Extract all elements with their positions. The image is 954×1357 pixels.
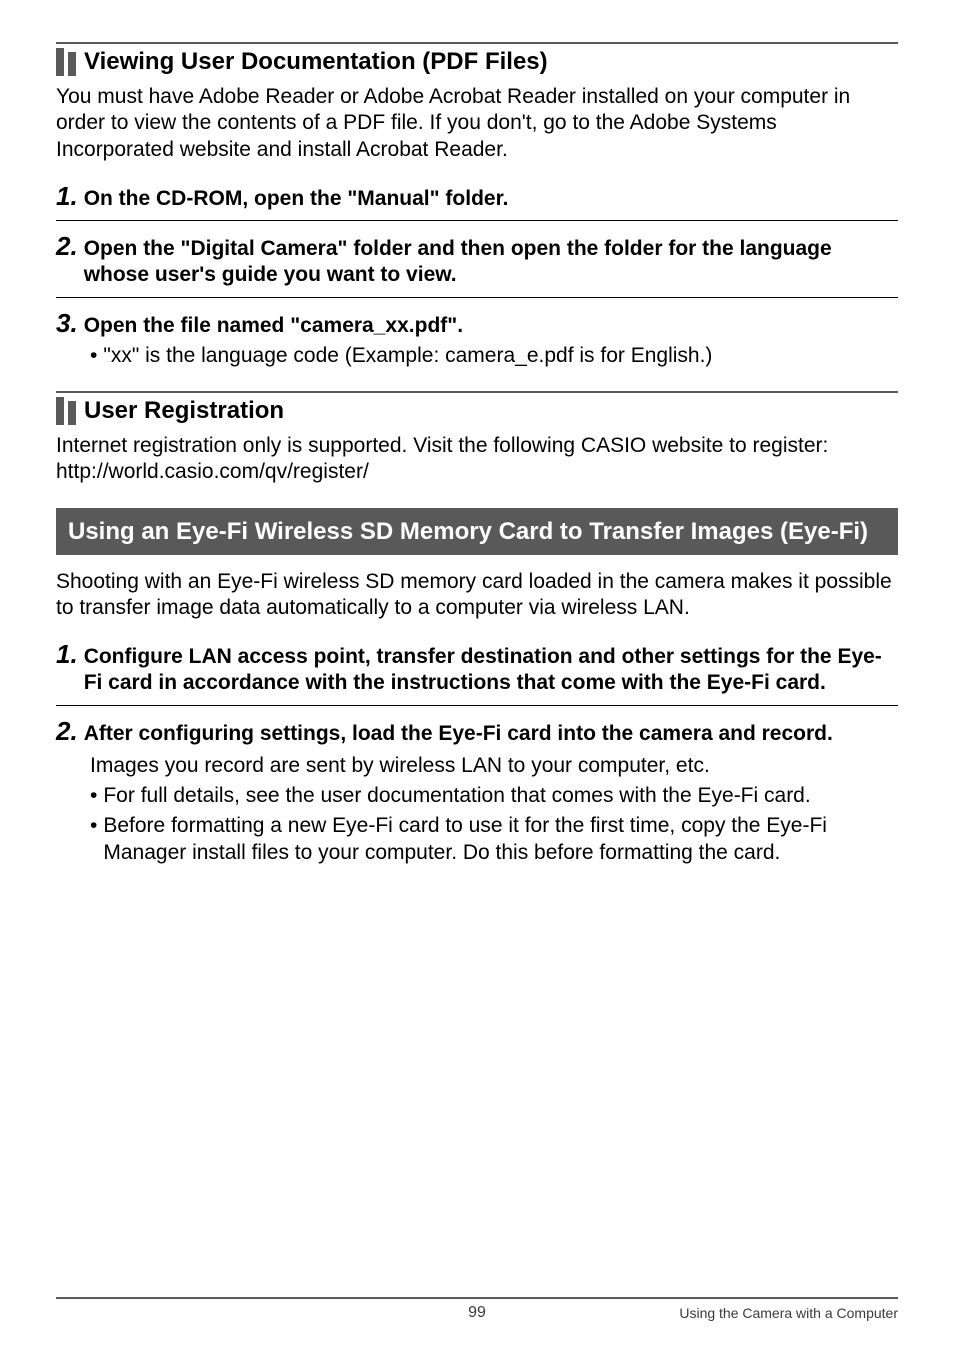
- page-footer: 99 Using the Camera with a Computer: [56, 1297, 898, 1321]
- bullet-dot-icon: •: [90, 343, 97, 369]
- eyefi-step-2: 2. After configuring settings, load the …: [56, 716, 898, 866]
- divider: [56, 220, 898, 221]
- eyefi-intro: Shooting with an Eye-Fi wireless SD memo…: [56, 569, 898, 622]
- heading-bar-icon: [56, 397, 64, 425]
- step-number: 2.: [56, 231, 78, 262]
- registration-url: http://world.casio.com/qv/register/: [56, 459, 898, 485]
- divider: [56, 42, 898, 44]
- step-2: 2. Open the "Digital Camera" folder and …: [56, 231, 898, 298]
- step-text: Configure LAN access point, transfer des…: [84, 644, 898, 697]
- page-number: 99: [56, 1304, 898, 1322]
- bullet-dot-icon: •: [90, 783, 97, 809]
- heading-bar-icon: [56, 48, 64, 76]
- intro-paragraph: You must have Adobe Reader or Adobe Acro…: [56, 84, 898, 163]
- page: Viewing User Documentation (PDF Files) Y…: [0, 0, 954, 1357]
- step-3: 3. Open the file named "camera_xx.pdf". …: [56, 308, 898, 370]
- step-sub-bullet: • For full details, see the user documen…: [90, 783, 898, 809]
- divider: [56, 1297, 898, 1299]
- step-text: On the CD-ROM, open the "Manual" folder.: [84, 186, 509, 212]
- step-text: After configuring settings, load the Eye…: [84, 721, 833, 747]
- divider: [56, 297, 898, 298]
- step-number: 1.: [56, 639, 78, 670]
- step-sub-bullet: • Before formatting a new Eye-Fi card to…: [90, 813, 898, 866]
- section-heading-eyefi: Using an Eye-Fi Wireless SD Memory Card …: [56, 508, 898, 555]
- registration-paragraph: Internet registration only is supported.…: [56, 433, 898, 459]
- divider: [56, 705, 898, 706]
- step-text: Open the "Digital Camera" folder and the…: [84, 236, 898, 289]
- step-number: 1.: [56, 181, 78, 212]
- step-sub-bullet: • "xx" is the language code (Example: ca…: [90, 343, 898, 369]
- step-number: 2.: [56, 716, 78, 747]
- heading-text: Viewing User Documentation (PDF Files): [84, 48, 548, 76]
- heading-bar-icon: [68, 52, 76, 76]
- step-text: Open the file named "camera_xx.pdf".: [84, 313, 463, 339]
- section-heading-viewing-docs: Viewing User Documentation (PDF Files): [56, 48, 898, 76]
- eyefi-step-1: 1. Configure LAN access point, transfer …: [56, 639, 898, 706]
- step-number: 3.: [56, 308, 78, 339]
- divider: [56, 391, 898, 393]
- heading-text: User Registration: [84, 397, 284, 425]
- bullet-dot-icon: •: [90, 813, 97, 839]
- bullet-text: "xx" is the language code (Example: came…: [103, 343, 712, 369]
- step-after-text: Images you record are sent by wireless L…: [56, 753, 898, 779]
- heading-bar-icon: [68, 401, 76, 425]
- bullet-text: For full details, see the user documenta…: [103, 783, 810, 809]
- bullet-text: Before formatting a new Eye-Fi card to u…: [103, 813, 898, 866]
- section-heading-user-registration: User Registration: [56, 397, 898, 425]
- step-1: 1. On the CD-ROM, open the "Manual" fold…: [56, 181, 898, 221]
